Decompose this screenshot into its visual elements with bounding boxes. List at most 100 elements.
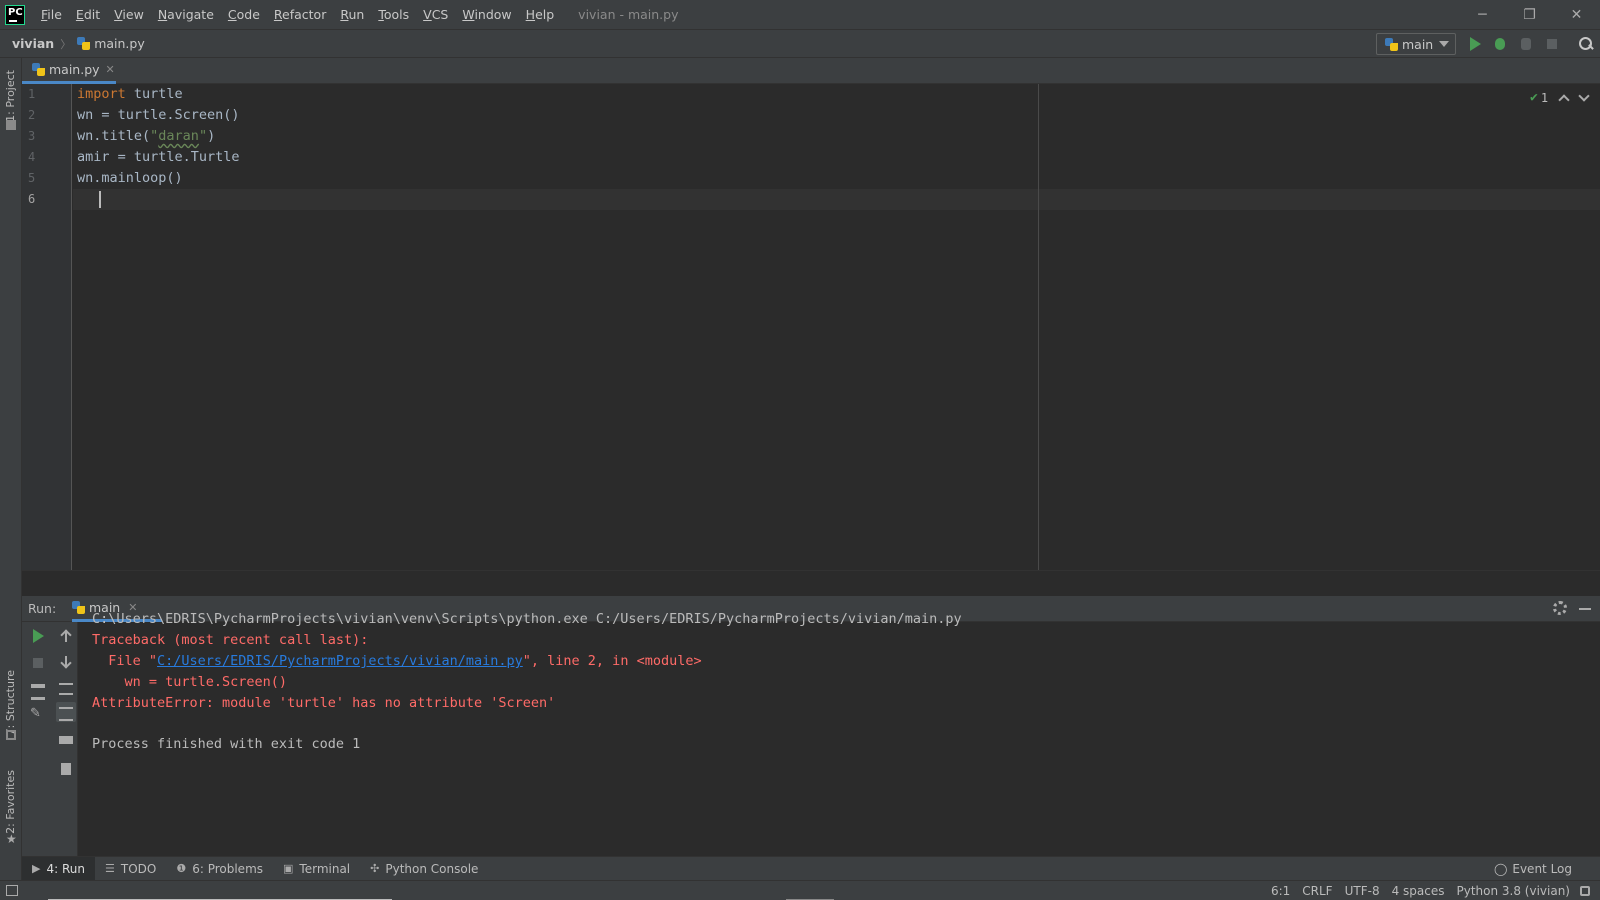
code-text: wn.title( — [77, 128, 151, 144]
tool-window-favorites[interactable]: 2: Favorites — [4, 770, 17, 834]
menu-help[interactable]: Help — [519, 0, 562, 29]
menu-navigate[interactable]: Navigate — [151, 0, 221, 29]
pin-icon[interactable]: ✎ — [30, 706, 46, 722]
python-console-icon: ✣ — [370, 862, 380, 875]
event-log-label: Event Log — [1512, 862, 1572, 876]
folder-icon — [6, 120, 16, 130]
breadcrumb-project[interactable]: vivian — [12, 36, 54, 51]
stop-icon[interactable] — [30, 655, 46, 671]
menu-view[interactable]: View — [107, 0, 151, 29]
tool-tab-python-console[interactable]: ✣ Python Console — [360, 857, 488, 881]
print-icon[interactable] — [58, 732, 74, 748]
line-separator[interactable]: CRLF — [1296, 884, 1338, 898]
chevron-up-icon[interactable] — [1558, 93, 1570, 106]
python-file-icon — [32, 63, 45, 76]
tool-tab-label: Python Console — [385, 861, 479, 876]
line-number: 5 — [28, 171, 36, 185]
info-icon: ❶ — [176, 862, 187, 875]
python-icon — [1385, 37, 1398, 51]
terminal-icon: ▣ — [283, 862, 294, 875]
tool-tab-problems[interactable]: ❶ 6: Problems — [166, 857, 273, 881]
navigation-bar: vivian 〉 main.py main — [0, 29, 1600, 58]
python-icon — [72, 601, 85, 614]
menu-bar: File Edit View Navigate Code Refactor Ru… — [34, 0, 561, 29]
breadcrumb-file[interactable]: main.py — [77, 36, 145, 51]
minimize-button[interactable]: ─ — [1459, 0, 1506, 29]
window-title: vivian - main.py — [578, 7, 679, 22]
scroll-to-end-icon[interactable] — [56, 702, 76, 722]
run-toolbar: ✎ — [22, 622, 78, 856]
gear-icon[interactable] — [1553, 601, 1567, 615]
rerun-icon[interactable] — [30, 628, 46, 644]
arrow-down-icon[interactable] — [58, 654, 74, 670]
event-log-button[interactable]: ◯ Event Log — [1494, 857, 1572, 881]
tool-window-project[interactable]: 1: Project — [4, 70, 17, 122]
console-exit-line: Process finished with exit code 1 — [92, 736, 361, 752]
arrow-up-icon[interactable] — [58, 628, 74, 644]
tool-tab-label: 6: Problems — [192, 861, 264, 876]
menu-refactor[interactable]: Refactor — [267, 0, 333, 29]
tool-tab-terminal[interactable]: ▣ Terminal — [273, 857, 360, 881]
restore-button[interactable]: ❐ — [1506, 0, 1553, 29]
console-error-line: Traceback (most recent call last): — [92, 632, 369, 648]
trash-icon[interactable] — [58, 758, 74, 775]
menu-window[interactable]: Window — [455, 0, 518, 29]
code-editor[interactable]: 1 2 3 4 5 6 import turtle wn = turtle.Sc… — [22, 84, 1600, 570]
stop-icon[interactable] — [1544, 36, 1560, 52]
code-keyword: import — [77, 86, 126, 102]
left-tool-strip: 1: Project 7: Structure 2: Favorites ★ — [0, 58, 22, 880]
title-bar: PC File Edit View Navigate Code Refactor… — [0, 0, 1600, 29]
tool-tab-todo[interactable]: ☰ TODO — [95, 857, 166, 881]
lock-icon[interactable] — [1580, 886, 1590, 896]
close-icon[interactable]: ✕ — [106, 63, 115, 76]
panel-splitter[interactable] — [22, 570, 1600, 596]
code-text: ) — [207, 128, 216, 144]
line-number-gutter: 1 2 3 4 5 6 — [22, 84, 72, 570]
indentation[interactable]: 4 spaces — [1386, 884, 1451, 898]
run-icon[interactable] — [1467, 36, 1483, 52]
line-number: 3 — [28, 129, 36, 143]
check-icon: ✔ — [1530, 90, 1538, 105]
chevron-down-icon — [1439, 41, 1449, 47]
run-configuration-dropdown[interactable]: main — [1376, 33, 1456, 55]
code-string-quote: " — [198, 128, 208, 144]
console-command-line: C:\Users\EDRIS\PycharmProjects\vivian\ve… — [92, 611, 962, 627]
line-number: 6 — [28, 192, 36, 206]
code-line-5: wn.mainloop() — [77, 170, 183, 186]
soft-wrap-icon[interactable] — [58, 680, 74, 696]
menu-code[interactable]: Code — [221, 0, 267, 29]
console-error-line: wn = turtle.Screen() — [92, 674, 288, 690]
debug-icon[interactable] — [1492, 36, 1508, 52]
menu-vcs[interactable]: VCS — [416, 0, 455, 29]
menu-file[interactable]: File — [34, 0, 69, 29]
search-icon[interactable] — [1578, 36, 1594, 52]
close-window-button[interactable]: ✕ — [1553, 0, 1600, 29]
console-error-line: AttributeError: module 'turtle' has no a… — [92, 695, 556, 711]
inspection-widget[interactable]: ✔ 1 — [1530, 89, 1590, 106]
run-with-coverage-icon[interactable] — [1518, 36, 1534, 52]
chevron-down-icon[interactable] — [1578, 89, 1590, 102]
tab-main-py[interactable]: main.py ✕ — [22, 58, 116, 84]
console-file-link[interactable]: C:/Users/EDRIS/PycharmProjects/vivian/ma… — [157, 653, 523, 669]
toggle-tool-windows-icon[interactable] — [6, 885, 18, 896]
tool-tab-run[interactable]: ▶ 4: Run — [22, 856, 95, 881]
star-icon: ★ — [6, 832, 17, 846]
right-margin-guide — [1038, 84, 1039, 570]
window-controls: ─ ❐ ✕ — [1459, 0, 1600, 29]
line-number: 2 — [28, 108, 36, 122]
tool-window-structure[interactable]: 7: Structure — [4, 670, 17, 735]
caret-position[interactable]: 6:1 — [1265, 884, 1296, 898]
menu-tools[interactable]: Tools — [371, 0, 416, 29]
breadcrumb: vivian 〉 main.py — [12, 36, 145, 52]
play-icon: ▶ — [32, 862, 41, 875]
pycharm-logo-icon: PC — [5, 4, 25, 25]
menu-run[interactable]: Run — [333, 0, 371, 29]
list-icon: ☰ — [104, 862, 115, 875]
python-interpreter[interactable]: Python 3.8 (vivian) — [1450, 884, 1576, 898]
console-output[interactable]: C:\Users\EDRIS\PycharmProjects\vivian\ve… — [79, 611, 1600, 856]
restore-layout-icon[interactable] — [30, 680, 46, 700]
minimize-panel-icon[interactable] — [1579, 608, 1591, 610]
file-encoding[interactable]: UTF-8 — [1339, 884, 1386, 898]
console-error-line: File "C:/Users/EDRIS/PycharmProjects/viv… — [92, 651, 701, 672]
menu-edit[interactable]: Edit — [69, 0, 107, 29]
